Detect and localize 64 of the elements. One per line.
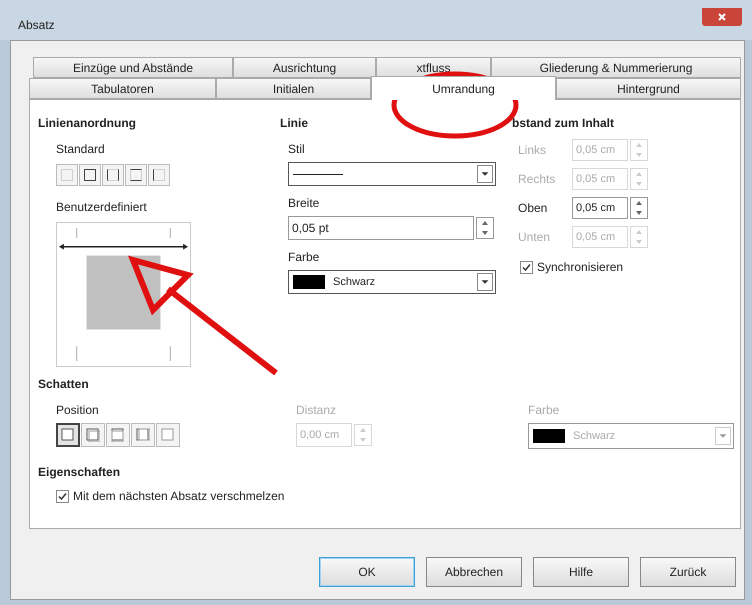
field-label: Standard bbox=[56, 141, 106, 158]
shadow-icon bbox=[61, 428, 75, 442]
width-field[interactable]: 0,05 pt bbox=[288, 216, 474, 240]
checkbox-label: Synchronisieren bbox=[537, 259, 624, 276]
field-label: Rechts bbox=[518, 171, 556, 188]
close-icon bbox=[718, 13, 726, 21]
section-heading: bstand zum Inhalt bbox=[512, 115, 615, 132]
shadow-icon bbox=[136, 428, 150, 442]
tab[interactable]: Einzüge und Abstände bbox=[33, 57, 233, 78]
spin-buttons-icon bbox=[630, 226, 648, 248]
border-preset-icon[interactable] bbox=[125, 164, 147, 186]
spin-buttons-icon bbox=[476, 217, 494, 239]
color-swatch-icon bbox=[293, 275, 325, 289]
tab[interactable]: Gliederung & Nummerierung bbox=[491, 57, 741, 78]
dialog-button[interactable]: Abbrechen bbox=[426, 557, 522, 587]
shadow-position-button[interactable] bbox=[81, 423, 105, 447]
field-label: Unten bbox=[518, 229, 552, 246]
spin-buttons-icon bbox=[630, 197, 648, 219]
field-label: Farbe bbox=[528, 402, 560, 419]
section-heading: Eigenschaften bbox=[38, 464, 122, 481]
field-label: Benutzerdefiniert bbox=[56, 199, 148, 216]
tab[interactable]: Hintergrund bbox=[556, 78, 741, 99]
checkbox-label: Mit dem nächsten Absatz verschmelzen bbox=[73, 488, 284, 505]
spin-buttons-icon bbox=[630, 139, 648, 161]
shadow-position-button[interactable] bbox=[131, 423, 155, 447]
solid-line-icon bbox=[293, 172, 343, 176]
section-heading: Linienanordnung bbox=[38, 115, 137, 132]
border-preset-icon[interactable] bbox=[79, 164, 101, 186]
field-label: Links bbox=[518, 142, 548, 159]
field-label: Position bbox=[56, 402, 100, 419]
checkbox[interactable] bbox=[520, 260, 533, 274]
spacing-field[interactable]: 0,05 cm bbox=[572, 197, 628, 219]
tab[interactable]: Tabulatoren bbox=[29, 78, 216, 99]
spin-buttons-icon bbox=[354, 424, 372, 446]
shadow-icon bbox=[161, 428, 175, 442]
field-label: Oben bbox=[518, 200, 548, 217]
shadow-icon bbox=[111, 428, 125, 442]
field-label: Breite bbox=[288, 195, 320, 212]
tab[interactable]: Umrandung bbox=[371, 76, 556, 100]
spin-buttons-icon bbox=[630, 168, 648, 190]
line-style-select[interactable] bbox=[288, 162, 496, 186]
tab[interactable]: Initialen bbox=[216, 78, 371, 99]
color-select[interactable]: Schwarz bbox=[288, 270, 496, 294]
dialog-button[interactable]: OK bbox=[319, 557, 415, 587]
field-label: Distanz bbox=[296, 402, 338, 419]
checkbox[interactable] bbox=[56, 490, 69, 502]
border-preset-icon[interactable] bbox=[148, 164, 170, 186]
border-preset-icon[interactable] bbox=[102, 164, 124, 186]
field-label: Farbe bbox=[288, 249, 320, 266]
dialog-button[interactable]: Zurück bbox=[640, 557, 736, 587]
color-swatch-icon bbox=[533, 429, 565, 443]
shadow-icon bbox=[86, 428, 100, 442]
dialog-button[interactable]: Hilfe bbox=[533, 557, 629, 587]
section-heading: Schatten bbox=[38, 376, 90, 393]
window-title: Absatz bbox=[18, 18, 55, 32]
color-name: Schwarz bbox=[333, 274, 376, 290]
close-button[interactable] bbox=[702, 8, 742, 26]
border-preview-drawing[interactable] bbox=[56, 222, 191, 367]
section-heading: Linie bbox=[280, 115, 310, 132]
shadow-position-button[interactable] bbox=[106, 423, 130, 447]
field-label: Stil bbox=[288, 141, 306, 158]
color-name: Schwarz bbox=[573, 428, 616, 444]
shadow-position-button[interactable] bbox=[56, 423, 80, 447]
tab[interactable]: Ausrichtung bbox=[233, 57, 376, 78]
